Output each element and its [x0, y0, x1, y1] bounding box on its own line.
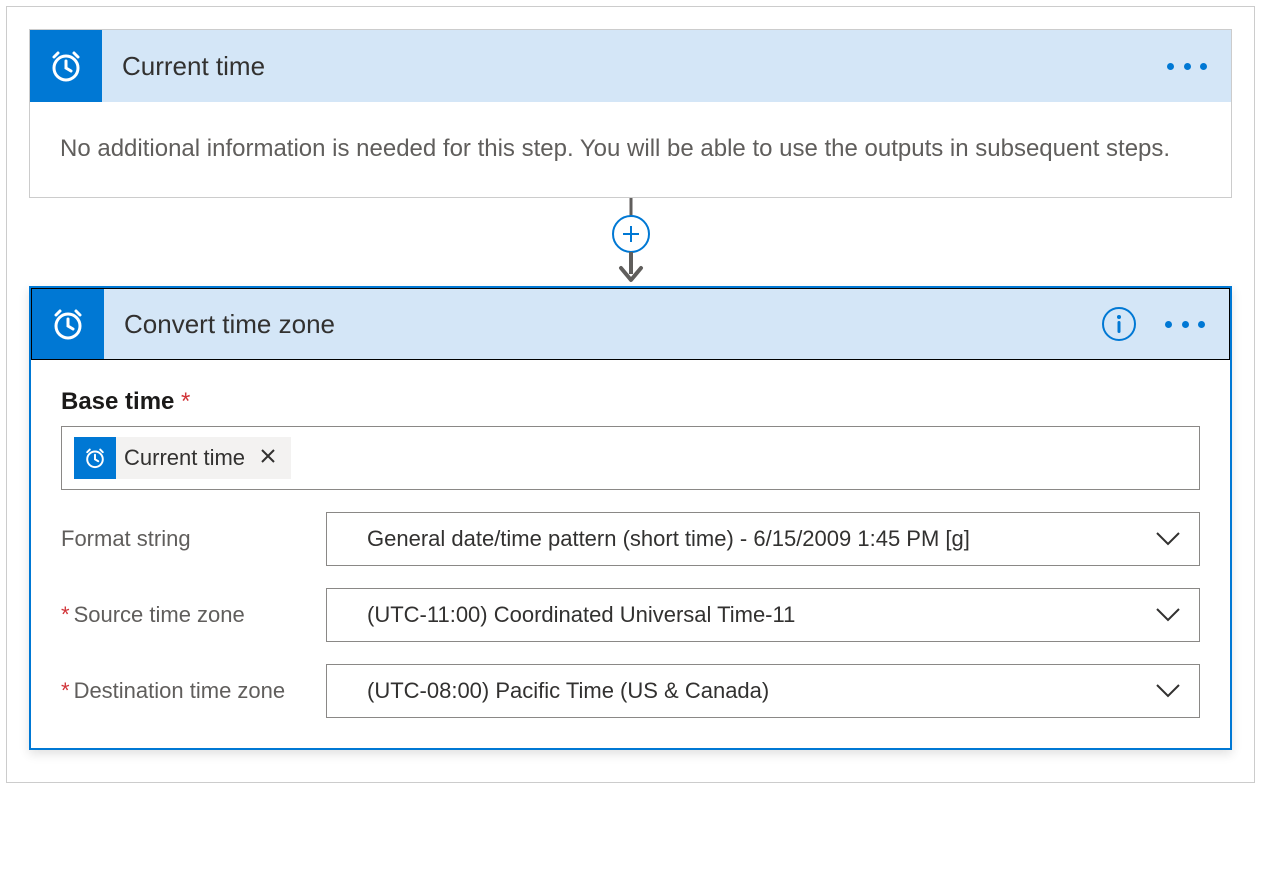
- source-timezone-select[interactable]: (UTC-11:00) Coordinated Universal Time-1…: [326, 588, 1200, 642]
- step-current-time-title: Current time: [102, 30, 1143, 102]
- destination-timezone-select[interactable]: (UTC-08:00) Pacific Time (US & Canada): [326, 664, 1200, 718]
- remove-token-icon[interactable]: [255, 445, 281, 471]
- more-menu-icon[interactable]: [1165, 321, 1205, 328]
- format-string-label: Format string: [61, 526, 326, 552]
- clock-icon: [30, 30, 102, 102]
- step-convert-timezone-title: Convert time zone: [104, 289, 1077, 359]
- destination-timezone-row: *Destination time zone (UTC-08:00) Pacif…: [61, 664, 1200, 718]
- format-string-value: General date/time pattern (short time) -…: [367, 526, 970, 552]
- flow-connector: [29, 198, 1232, 286]
- step-current-time-card: Current time No additional information i…: [29, 29, 1232, 198]
- step-current-time-body: No additional information is needed for …: [30, 102, 1231, 197]
- base-time-input[interactable]: Current time: [61, 426, 1200, 490]
- step-convert-timezone-card: Convert time zone Base time *: [29, 286, 1232, 750]
- source-timezone-label: *Source time zone: [61, 602, 326, 628]
- source-timezone-row: *Source time zone (UTC-11:00) Coordinate…: [61, 588, 1200, 642]
- source-timezone-value: (UTC-11:00) Coordinated Universal Time-1…: [367, 602, 795, 628]
- base-time-label: Base time *: [61, 388, 1200, 416]
- chevron-down-icon: [1155, 531, 1181, 547]
- chevron-down-icon: [1155, 683, 1181, 699]
- info-icon[interactable]: [1101, 306, 1137, 342]
- chevron-down-icon: [1155, 607, 1181, 623]
- destination-timezone-label: *Destination time zone: [61, 678, 326, 704]
- step-convert-timezone-header[interactable]: Convert time zone: [31, 288, 1230, 360]
- base-time-token[interactable]: Current time: [74, 437, 291, 479]
- step-current-time-header[interactable]: Current time: [30, 30, 1231, 102]
- clock-icon: [74, 437, 116, 479]
- more-menu-icon[interactable]: [1167, 63, 1207, 70]
- base-time-token-label: Current time: [124, 445, 245, 471]
- clock-icon: [32, 289, 104, 359]
- format-string-select[interactable]: General date/time pattern (short time) -…: [326, 512, 1200, 566]
- step-convert-timezone-body: Base time * Current time: [31, 360, 1230, 748]
- format-string-row: Format string General date/time pattern …: [61, 512, 1200, 566]
- destination-timezone-value: (UTC-08:00) Pacific Time (US & Canada): [367, 678, 769, 704]
- step-current-time-info: No additional information is needed for …: [60, 130, 1201, 167]
- flow-canvas: Current time No additional information i…: [6, 6, 1255, 783]
